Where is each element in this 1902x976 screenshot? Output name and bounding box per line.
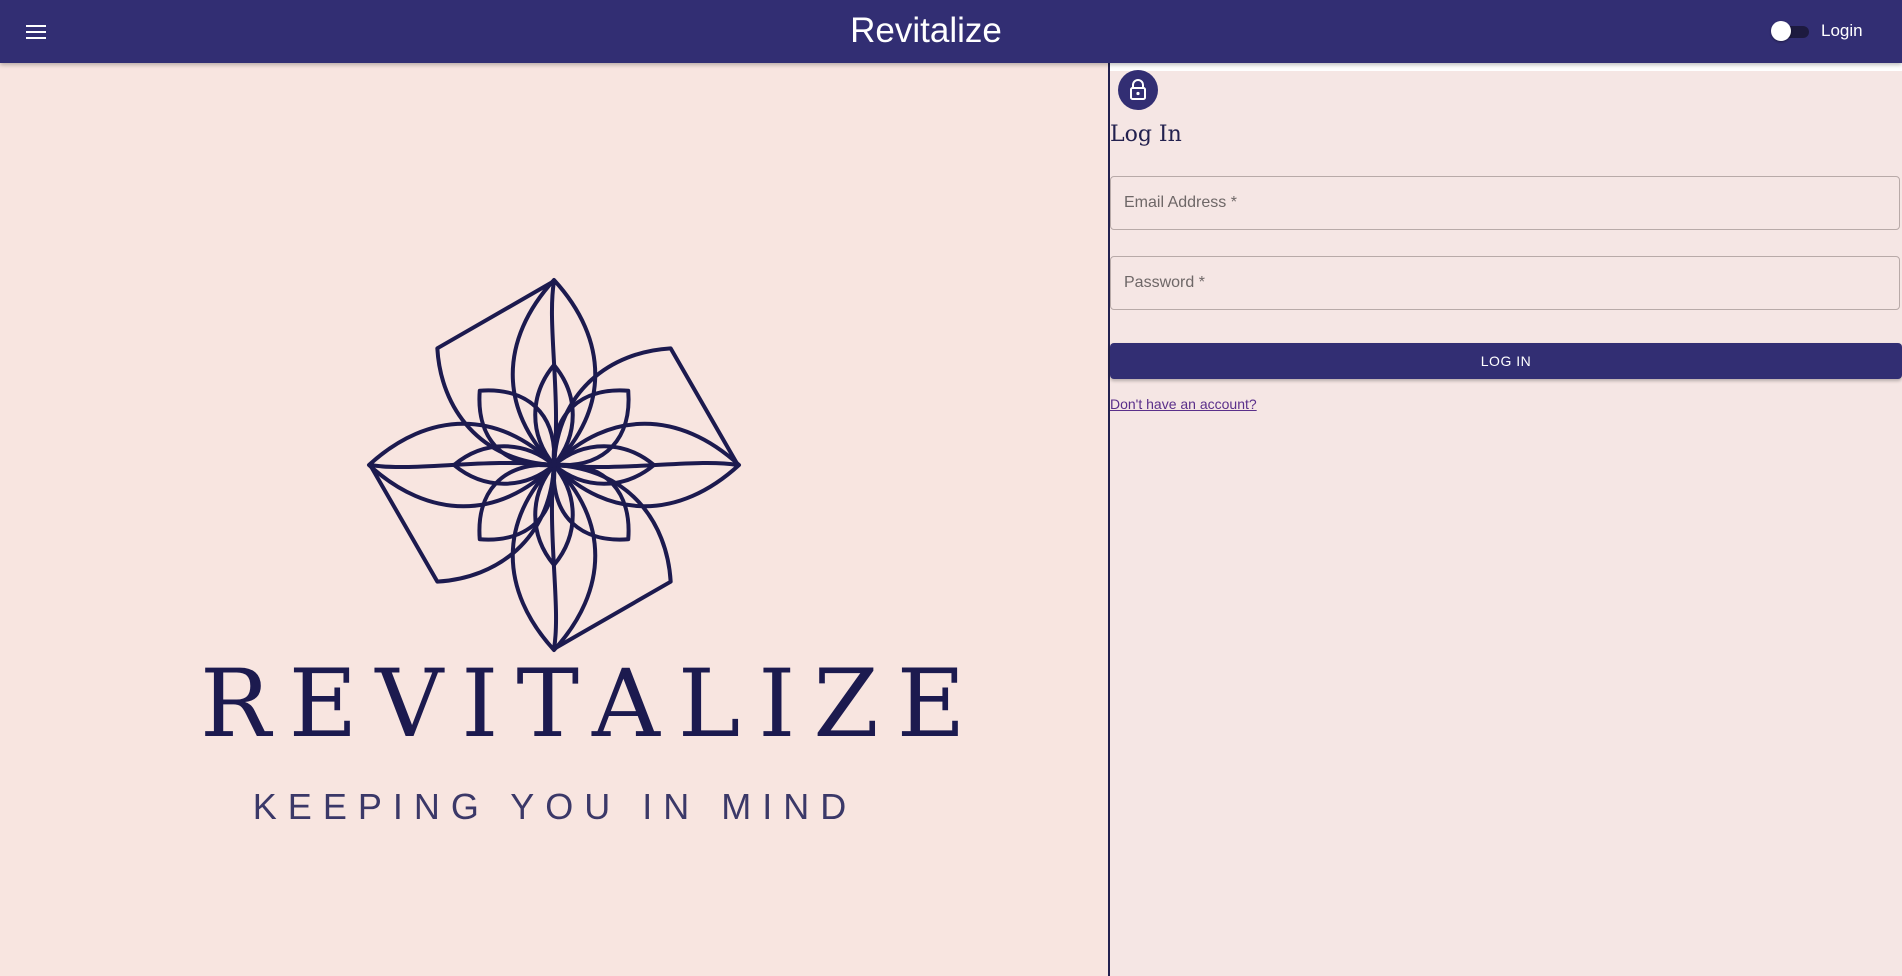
signup-link[interactable]: Don't have an account? (1110, 396, 1257, 412)
panel-top-strip (1110, 63, 1902, 71)
password-field-wrapper (1110, 256, 1900, 310)
lock-icon (1130, 79, 1146, 100)
app-title: Revitalize (850, 11, 1002, 50)
app-bar: Revitalize Login (0, 0, 1902, 63)
login-button[interactable]: LOG IN (1110, 343, 1902, 379)
brand-tagline: KEEPING YOU IN MIND (252, 786, 858, 827)
password-field[interactable] (1111, 257, 1899, 309)
email-field[interactable] (1111, 177, 1899, 229)
toggle-thumb (1771, 21, 1791, 41)
login-toggle-switch[interactable] (1771, 20, 1811, 42)
toggle-label: Login (1821, 21, 1863, 40)
lock-avatar (1118, 70, 1158, 110)
brand-wordmark: REVITALIZE (200, 650, 984, 759)
email-field-wrapper (1110, 176, 1900, 230)
form-title: Log In (1110, 122, 1182, 147)
